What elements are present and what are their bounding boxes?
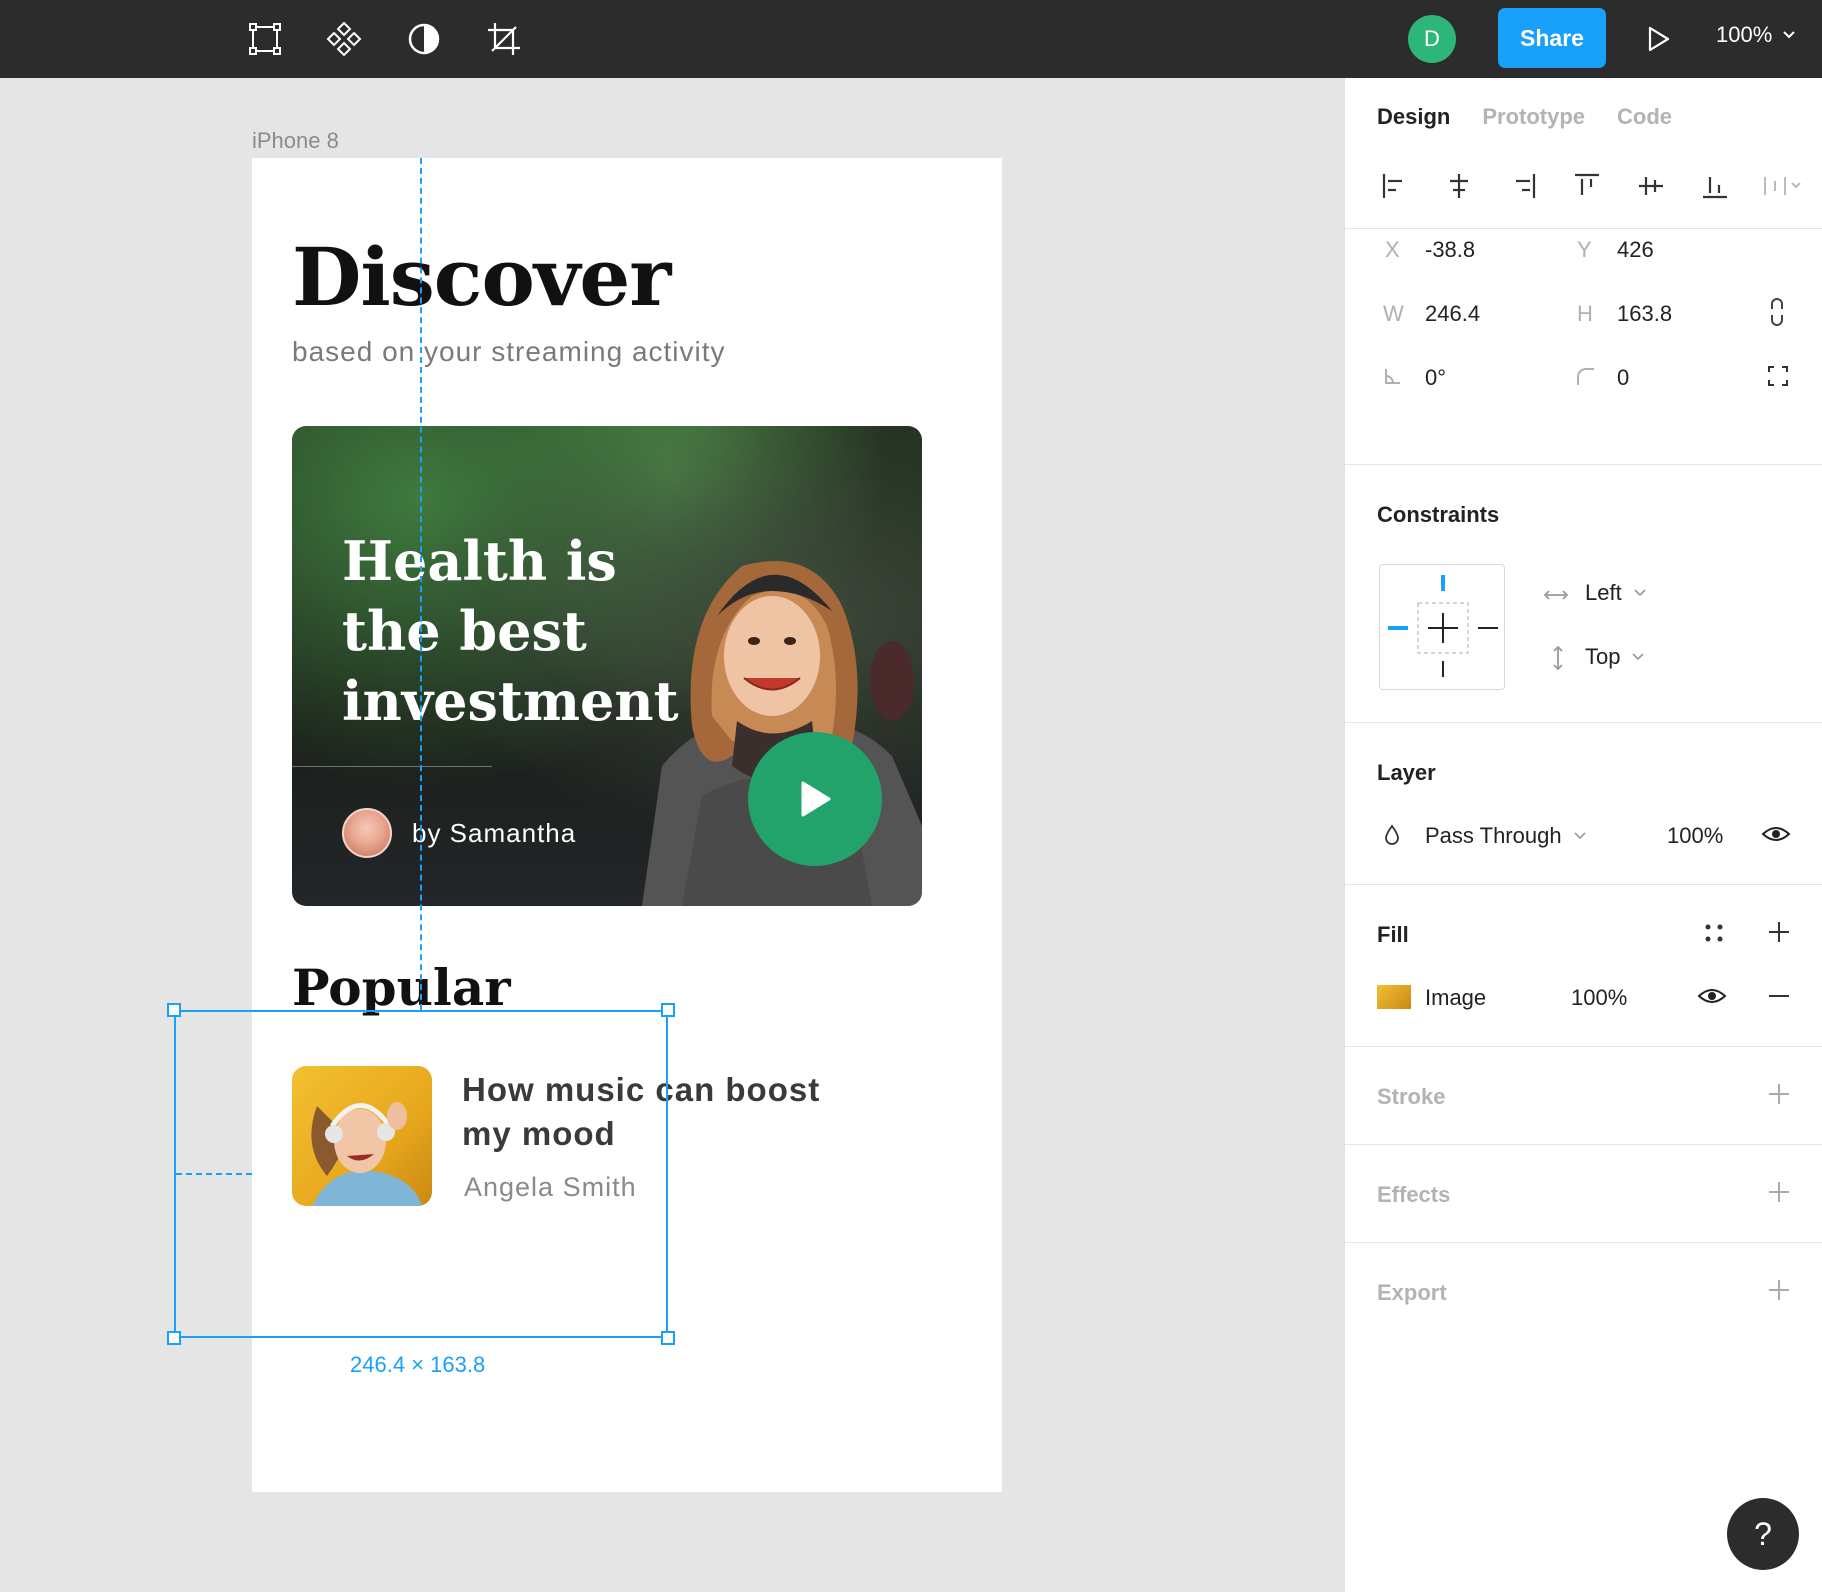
play-icon — [801, 781, 831, 817]
fill-visibility-eye-icon[interactable] — [1697, 981, 1727, 1011]
constraints-title: Constraints — [1377, 502, 1500, 527]
align-vertical-center-icon[interactable] — [1633, 168, 1669, 204]
export-title: Export — [1377, 1280, 1447, 1305]
add-export-plus-icon[interactable] — [1763, 1274, 1795, 1306]
effects-title: Effects — [1377, 1182, 1451, 1207]
author-avatar — [342, 808, 392, 858]
add-stroke-plus-icon[interactable] — [1763, 1078, 1795, 1110]
hero-title[interactable]: Health is the best investment — [342, 526, 682, 736]
measure-guide-vertical — [420, 158, 422, 1010]
layer-title: Layer — [1377, 760, 1436, 785]
blend-mode-dropdown[interactable]: Pass Through — [1425, 823, 1586, 849]
discover-subtitle[interactable]: based on your streaming activity — [292, 336, 726, 368]
selection-box[interactable] — [167, 1003, 675, 1345]
hero-card[interactable]: Health is the best investment by Samanth… — [292, 426, 922, 906]
alignment-toolbar — [1377, 168, 1805, 204]
vertical-constraint-icon — [1543, 643, 1573, 673]
w-input[interactable]: 246.4 — [1425, 301, 1480, 327]
corner-radius-input[interactable]: 0 — [1617, 365, 1629, 391]
frame-label[interactable]: iPhone 8 — [252, 128, 339, 154]
add-fill-plus-icon[interactable] — [1763, 916, 1795, 948]
resize-handle-bottom-left[interactable] — [167, 1331, 181, 1345]
align-left-icon[interactable] — [1377, 168, 1413, 204]
corner-radius-icon — [1570, 361, 1600, 391]
rotation-icon — [1378, 361, 1408, 391]
x-label: X — [1385, 237, 1400, 262]
panel-divider — [1345, 464, 1822, 465]
panel-divider — [1345, 1242, 1822, 1243]
play-button[interactable] — [748, 732, 882, 866]
tab-design[interactable]: Design — [1377, 104, 1450, 130]
fill-image-swatch[interactable] — [1377, 985, 1411, 1009]
panel-divider — [1345, 884, 1822, 885]
zoom-dropdown[interactable]: 100% — [1716, 22, 1796, 48]
frame-tool-icon[interactable] — [240, 14, 290, 64]
panel-tabs: Design Prototype Code — [1377, 104, 1672, 130]
selection-dimensions: 246.4 × 163.8 — [350, 1352, 486, 1377]
fill-type[interactable]: Image — [1425, 985, 1486, 1011]
stroke-title: Stroke — [1377, 1084, 1446, 1109]
vertical-constraint-dropdown[interactable]: Top — [1585, 644, 1645, 670]
fill-styles-grid-icon[interactable] — [1699, 918, 1729, 948]
panel-divider — [1345, 228, 1822, 229]
fill-title: Fill — [1377, 922, 1409, 947]
distribute-dropdown-icon[interactable] — [1761, 168, 1805, 204]
help-button[interactable]: ? — [1727, 1498, 1799, 1570]
panel-divider — [1345, 1046, 1822, 1047]
horizontal-constraint-dropdown[interactable]: Left — [1585, 580, 1646, 606]
chevron-down-icon — [1634, 589, 1646, 597]
w-label: W — [1383, 301, 1404, 326]
zoom-value: 100% — [1716, 22, 1773, 47]
y-input[interactable]: 426 — [1617, 237, 1654, 263]
y-label: Y — [1577, 237, 1592, 262]
tab-code[interactable]: Code — [1617, 104, 1672, 130]
align-bottom-icon[interactable] — [1697, 168, 1733, 204]
h-label: H — [1577, 301, 1593, 326]
panel-divider — [1345, 722, 1822, 723]
contrast-tool-icon[interactable] — [399, 14, 449, 64]
layer-visibility-eye-icon[interactable] — [1761, 819, 1791, 849]
x-input[interactable]: -38.8 — [1425, 237, 1475, 263]
popular-title[interactable]: Popular — [292, 958, 511, 1017]
chevron-down-icon — [1783, 31, 1795, 39]
hero-author[interactable]: by Samantha — [412, 818, 576, 849]
independent-corners-icon[interactable] — [1763, 361, 1793, 391]
tab-prototype[interactable]: Prototype — [1482, 104, 1585, 130]
blend-mode-value: Pass Through — [1425, 823, 1562, 848]
chevron-down-icon — [1632, 653, 1645, 661]
fill-opacity-input[interactable]: 100% — [1571, 985, 1627, 1011]
horizontal-constraint-icon — [1541, 580, 1571, 610]
top-toolbar: D Share 100% — [0, 0, 1822, 78]
align-horizontal-center-icon[interactable] — [1441, 168, 1477, 204]
discover-title[interactable]: Discover — [292, 230, 671, 324]
resize-handle-top-left[interactable] — [167, 1003, 181, 1017]
align-top-icon[interactable] — [1569, 168, 1605, 204]
present-play-icon[interactable] — [1636, 16, 1682, 62]
constraints-widget[interactable] — [1379, 564, 1505, 690]
vertical-constraint-value: Top — [1585, 644, 1621, 669]
user-avatar[interactable]: D — [1408, 15, 1456, 63]
add-effect-plus-icon[interactable] — [1763, 1176, 1795, 1208]
layer-opacity-input[interactable]: 100% — [1667, 823, 1723, 849]
resize-handle-bottom-right[interactable] — [661, 1331, 675, 1345]
rotation-input[interactable]: 0° — [1425, 365, 1446, 391]
panel-divider — [1345, 1144, 1822, 1145]
crop-tool-icon[interactable] — [479, 14, 529, 64]
constrain-proportions-icon[interactable] — [1762, 297, 1792, 327]
hero-divider — [292, 766, 492, 767]
properties-panel: Design Prototype Code X -38.8 Y 426 W 24… — [1344, 78, 1822, 1592]
align-right-icon[interactable] — [1505, 168, 1541, 204]
share-button[interactable]: Share — [1498, 8, 1606, 68]
resize-handle-top-right[interactable] — [661, 1003, 675, 1017]
blend-mode-drop-icon — [1377, 820, 1407, 850]
horizontal-constraint-value: Left — [1585, 580, 1622, 605]
chevron-down-icon — [1574, 832, 1586, 840]
remove-fill-minus-icon[interactable] — [1763, 980, 1795, 1012]
component-tool-icon[interactable] — [319, 14, 369, 64]
h-input[interactable]: 163.8 — [1617, 301, 1672, 327]
